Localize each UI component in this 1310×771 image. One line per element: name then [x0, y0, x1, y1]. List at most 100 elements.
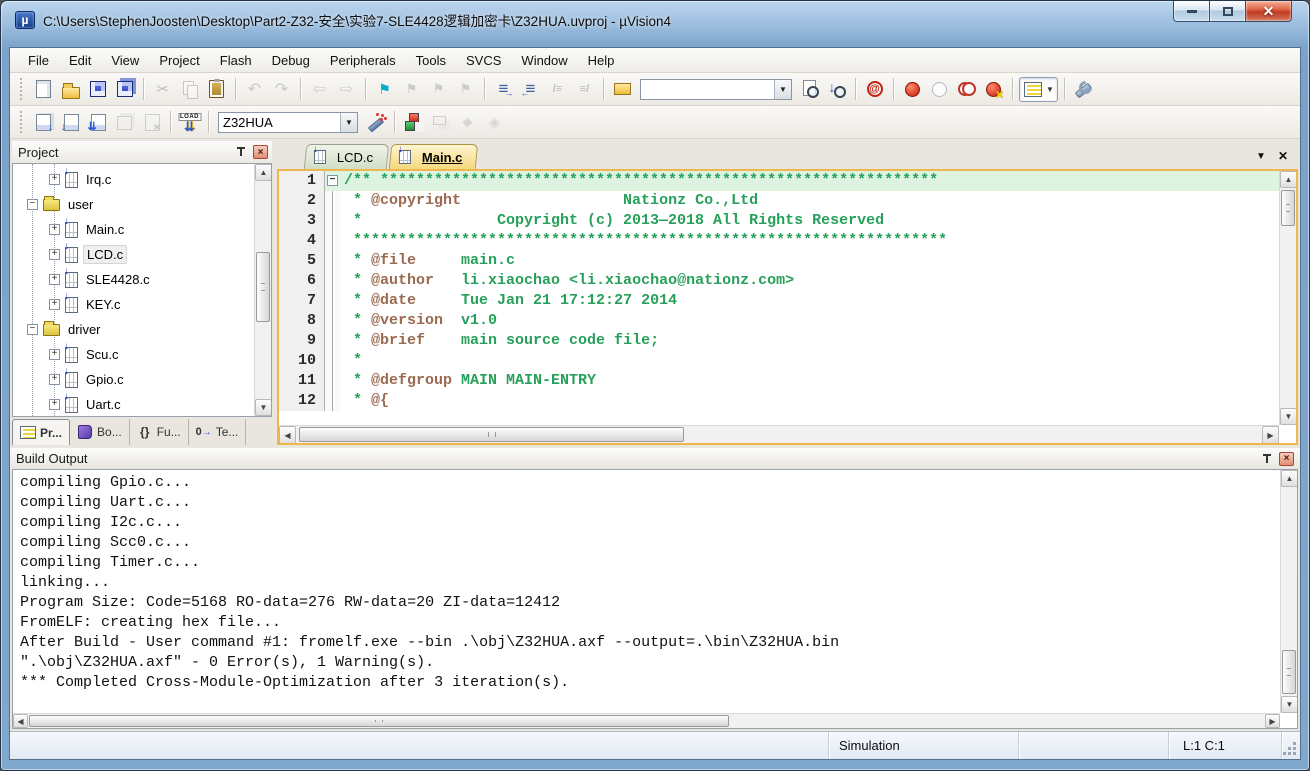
scroll-down-icon[interactable]	[1280, 408, 1296, 425]
tree-item-Gpio.c[interactable]: + Gpio.c	[13, 366, 271, 392]
expand-plus-icon[interactable]: +	[49, 299, 60, 310]
window-views-button[interactable]	[1019, 76, 1058, 102]
tree-item-SLE4428.c[interactable]: + SLE4428.c	[13, 266, 271, 292]
menu-edit[interactable]: Edit	[59, 50, 101, 71]
fold-margin[interactable]	[325, 311, 340, 331]
code-lines[interactable]: 1−/** **********************************…	[279, 171, 1279, 425]
debug-session-button[interactable]	[862, 77, 887, 102]
expand-plus-icon[interactable]: +	[49, 274, 60, 285]
scroll-left-icon[interactable]	[13, 714, 28, 728]
toolbar-grip[interactable]	[20, 78, 24, 100]
build-output-content[interactable]: compiling Gpio.c... compiling Uart.c... co…	[12, 469, 1298, 729]
minimize-button[interactable]	[1173, 1, 1210, 22]
menu-help[interactable]: Help	[578, 50, 625, 71]
search-combobox[interactable]	[640, 78, 792, 100]
resize-grip[interactable]	[1282, 732, 1300, 759]
find-button[interactable]	[797, 77, 822, 102]
scroll-down-icon[interactable]	[255, 399, 271, 416]
menu-project[interactable]: Project	[149, 50, 209, 71]
uncomment-button[interactable]	[572, 77, 597, 102]
menu-peripherals[interactable]: Peripherals	[320, 50, 406, 71]
pin-icon[interactable]	[1261, 452, 1273, 466]
code-line-2[interactable]: 2 * @copyright Nationz Co.,Ltd	[279, 191, 1279, 211]
fold-margin[interactable]	[325, 251, 340, 271]
search-combobox-input[interactable]	[641, 80, 774, 98]
menu-view[interactable]: View	[101, 50, 149, 71]
expand-plus-icon[interactable]: +	[49, 249, 60, 260]
editor-hscrollbar[interactable]	[279, 425, 1279, 443]
tree-item-Scu.c[interactable]: + Scu.c	[13, 341, 271, 367]
menu-debug[interactable]: Debug	[262, 50, 320, 71]
scroll-up-icon[interactable]	[1281, 470, 1297, 487]
fold-margin[interactable]: −	[325, 171, 340, 191]
panel-tab-books[interactable]: Bo...	[70, 419, 130, 445]
scroll-thumb[interactable]	[1282, 650, 1296, 694]
dropdown-caret-icon[interactable]	[1046, 85, 1054, 94]
expand-plus-icon[interactable]: +	[49, 174, 60, 185]
panel-tab-functions[interactable]: Fu...	[130, 419, 189, 445]
maximize-button[interactable]	[1210, 1, 1245, 22]
scroll-right-icon[interactable]	[1265, 714, 1280, 728]
menu-tools[interactable]: Tools	[406, 50, 456, 71]
target-select[interactable]	[218, 111, 358, 133]
build-output-vscrollbar[interactable]	[1280, 470, 1297, 713]
target-select-input[interactable]	[219, 113, 340, 131]
code-line-5[interactable]: 5 * @file main.c	[279, 251, 1279, 271]
code-line-1[interactable]: 1−/** **********************************…	[279, 171, 1279, 191]
nav-back-button[interactable]	[307, 77, 332, 102]
tab-list-dropdown-icon[interactable]	[1256, 151, 1266, 162]
fold-collapse-icon[interactable]: −	[327, 175, 338, 186]
scroll-up-icon[interactable]	[255, 164, 271, 181]
insert-breakpoint-button[interactable]	[900, 77, 925, 102]
fold-margin[interactable]	[325, 231, 340, 251]
save-button[interactable]	[85, 77, 110, 102]
title-bar[interactable]: C:\Users\StephenJoosten\Desktop\Part2-Z3…	[1, 1, 1309, 47]
code-line-8[interactable]: 8 * @version v1.0	[279, 311, 1279, 331]
target-select-dropdown-button[interactable]	[340, 112, 357, 132]
paste-button[interactable]	[204, 77, 229, 102]
manage-packs-button[interactable]	[482, 110, 507, 135]
target-options-button[interactable]	[363, 110, 388, 135]
manage-rte-button[interactable]	[401, 110, 426, 135]
batch-build-button[interactable]	[112, 110, 137, 135]
pack-installer-button[interactable]	[455, 110, 480, 135]
fold-margin[interactable]	[325, 331, 340, 351]
disable-all-breakpoints-button[interactable]	[954, 77, 979, 102]
cut-button[interactable]	[150, 77, 175, 102]
copy-button[interactable]	[177, 77, 202, 102]
nav-forward-button[interactable]	[334, 77, 359, 102]
tree-item-driver[interactable]: − driver	[13, 317, 271, 342]
bookmark-button[interactable]	[372, 77, 397, 102]
bookmark-clear-button[interactable]	[453, 77, 478, 102]
scroll-right-icon[interactable]	[1262, 426, 1279, 443]
rebuild-button[interactable]	[85, 110, 110, 135]
fold-margin[interactable]	[325, 371, 340, 391]
menu-file[interactable]: File	[18, 50, 59, 71]
unindent-button[interactable]	[518, 77, 543, 102]
pin-icon[interactable]	[235, 145, 247, 159]
close-document-icon[interactable]	[1278, 149, 1288, 163]
multi-project-button[interactable]	[428, 110, 453, 135]
fold-margin[interactable]	[325, 191, 340, 211]
find-in-files-button[interactable]	[610, 77, 635, 102]
close-button[interactable]	[1245, 1, 1292, 22]
tree-item-LCD.c[interactable]: + LCD.c	[13, 241, 271, 267]
code-line-12[interactable]: 12 * @{	[279, 391, 1279, 411]
project-tree-scrollbar[interactable]	[254, 164, 271, 416]
scroll-thumb[interactable]	[299, 427, 684, 442]
tree-item-user[interactable]: − user	[13, 192, 271, 217]
code-line-3[interactable]: 3 * Copyright (c) 2013—2018 All Rights R…	[279, 211, 1279, 231]
menu-window[interactable]: Window	[511, 50, 577, 71]
expand-plus-icon[interactable]: +	[49, 374, 60, 385]
project-panel-close-button[interactable]	[253, 145, 268, 159]
fold-margin[interactable]	[325, 271, 340, 291]
bookmark-prev-button[interactable]	[399, 77, 424, 102]
scroll-left-icon[interactable]	[279, 426, 296, 443]
tree-item-Main.c[interactable]: + Main.c	[13, 216, 271, 242]
expand-minus-icon[interactable]: −	[27, 199, 38, 210]
scroll-down-icon[interactable]	[1281, 696, 1297, 713]
tree-item-Irq.c[interactable]: + Irq.c	[13, 166, 271, 192]
bookmark-next-button[interactable]	[426, 77, 451, 102]
editor-tab-Main.c[interactable]: Main.c	[388, 144, 479, 169]
redo-button[interactable]	[269, 77, 294, 102]
